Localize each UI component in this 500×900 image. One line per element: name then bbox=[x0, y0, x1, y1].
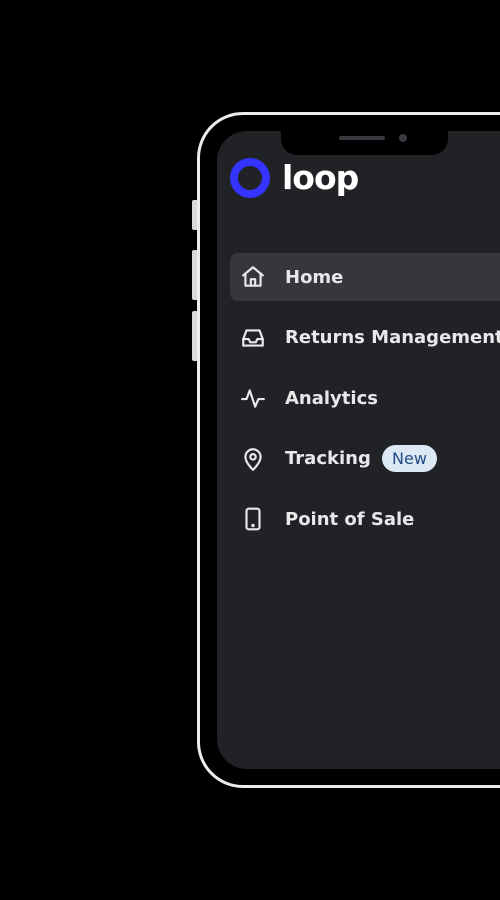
brand-logo[interactable]: loop bbox=[230, 158, 359, 198]
sidebar-item-label: Point of Sale bbox=[285, 508, 415, 530]
activity-icon bbox=[240, 385, 266, 411]
sidebar-item-label: Home bbox=[285, 266, 344, 288]
sidebar-item-home[interactable]: Home bbox=[230, 253, 500, 301]
home-icon bbox=[240, 264, 266, 290]
new-badge: New bbox=[382, 444, 437, 472]
sidebar-nav: Home Returns Management Analytics Tracki… bbox=[230, 253, 500, 556]
tablet-icon bbox=[240, 506, 266, 532]
stage: loop Home Returns Management Analytics T… bbox=[0, 0, 500, 900]
phone-notch bbox=[281, 131, 448, 155]
sidebar-item-tracking[interactable]: Tracking New bbox=[230, 435, 500, 483]
sidebar-item-analytics[interactable]: Analytics bbox=[230, 374, 500, 422]
sidebar-item-returns-management[interactable]: Returns Management bbox=[230, 314, 500, 362]
map-pin-icon bbox=[240, 446, 266, 472]
inbox-icon bbox=[240, 325, 266, 351]
brand-name: loop bbox=[282, 158, 359, 197]
sidebar-item-label: Returns Management bbox=[285, 327, 500, 348]
front-camera bbox=[399, 134, 407, 142]
sidebar-item-label: Analytics bbox=[285, 387, 378, 409]
phone-screen: loop Home Returns Management Analytics T… bbox=[217, 131, 500, 769]
sidebar-item-point-of-sale[interactable]: Point of Sale bbox=[230, 495, 500, 543]
ring-logo-icon bbox=[230, 158, 270, 198]
sidebar-item-label: Tracking bbox=[285, 448, 371, 469]
speaker-grille bbox=[339, 136, 385, 140]
